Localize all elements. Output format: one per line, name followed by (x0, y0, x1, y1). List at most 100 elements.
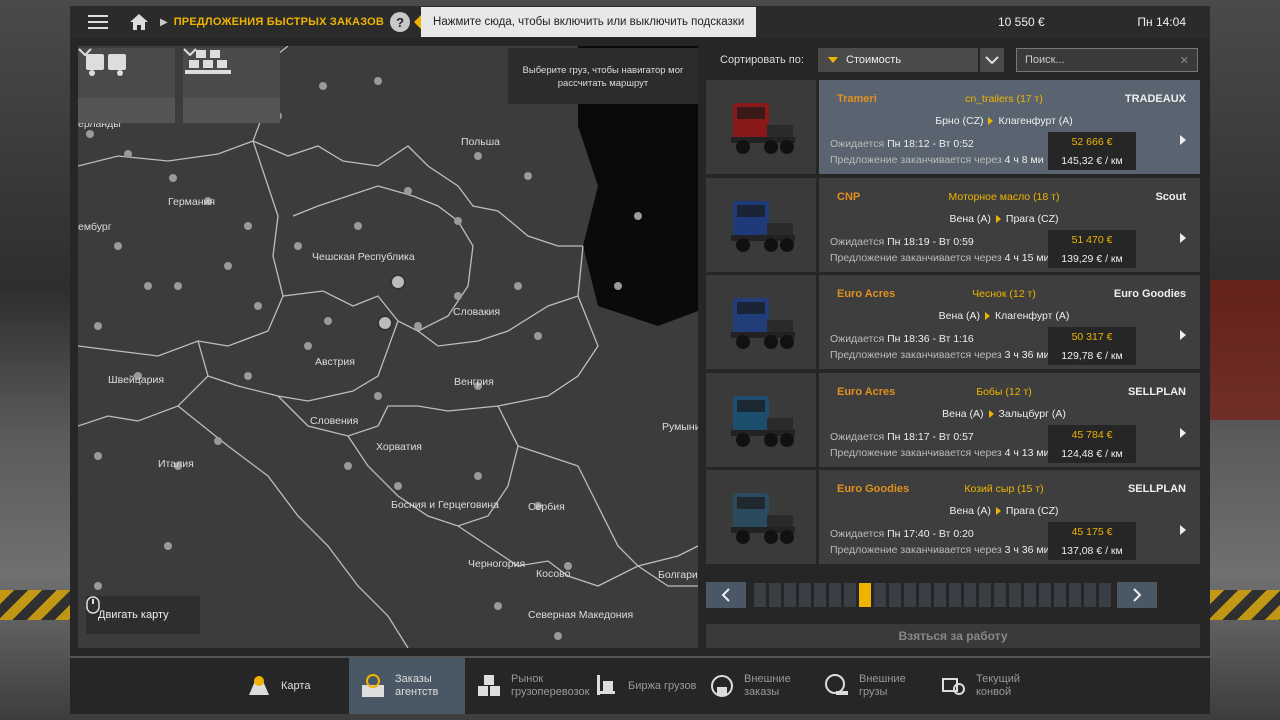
map-label: Чешская Республика (312, 251, 415, 263)
prev-page-button[interactable] (706, 582, 746, 608)
map-label: Румыни (662, 421, 698, 433)
world-map[interactable]: ерланды Польша Германия ембург Чешская Р… (78, 46, 698, 648)
cargo-name: Моторное масло (18 т) (948, 190, 1060, 203)
page-indicator[interactable] (814, 583, 826, 607)
take-job-button[interactable]: Взяться за работу (706, 624, 1200, 648)
sort-dropdown-button[interactable] (980, 48, 1004, 72)
page-indicator[interactable] (964, 583, 976, 607)
navigator-hint: Выберите груз, чтобы навигатор мог рассч… (508, 48, 698, 104)
map-label: Болгари (658, 569, 698, 581)
job-offer-row[interactable]: Euro Acres Бобы (12 т) SELLPLAN Вена (A)… (706, 372, 1200, 467)
nav-item-clock-box[interactable]: Заказы агентств (349, 658, 465, 714)
chevron-right-icon[interactable] (1180, 135, 1186, 145)
menu-icon[interactable] (80, 6, 116, 38)
nav-label: Внешние заказы (744, 673, 791, 698)
page-indicator[interactable] (799, 583, 811, 607)
map-label: Италия (158, 458, 194, 470)
nav-label: Рынок грузоперевозок (511, 673, 590, 698)
chevron-right-icon[interactable] (1180, 525, 1186, 535)
page-indicator[interactable] (859, 583, 871, 607)
home-icon[interactable] (124, 6, 154, 38)
cargo-filter-button[interactable] (183, 48, 280, 123)
page-indicator[interactable] (994, 583, 1006, 607)
breadcrumb-separator-icon: ▶ (160, 16, 168, 28)
delivery-window: Ожидается Пн 17:40 - Вт 0:20 (830, 528, 974, 540)
route-from: Вена (A) (938, 310, 981, 322)
page-indicator[interactable] (904, 583, 916, 607)
page-indicator[interactable] (769, 583, 781, 607)
truck-image (706, 372, 816, 467)
page-indicator[interactable] (1024, 583, 1036, 607)
offer-expiry: Предложение заканчивается через 3 ч 36 м… (830, 349, 1050, 361)
clock-box-icon (359, 672, 387, 700)
nav-item-globe-box[interactable]: Внешние заказы (698, 658, 814, 714)
page-indicator[interactable] (979, 583, 991, 607)
top-bar: ▶ ПРЕДЛОЖЕНИЯ БЫСТРЫХ ЗАКАЗОВ ? Нажмите … (70, 6, 1210, 38)
page-indicator[interactable] (1009, 583, 1021, 607)
company-logo-to: SELLPLAN (1127, 385, 1186, 398)
move-map-button[interactable]: Двигать карту (86, 596, 200, 634)
cargo-name: Чеснок (12 т) (972, 288, 1036, 300)
company-logo-from: Euro Goodies (837, 483, 910, 495)
nav-item-globe-pallet[interactable]: Внешние грузы (813, 658, 929, 714)
job-offer-row[interactable]: Euro Goodies Козий сыр (15 т) SELLPLAN В… (706, 470, 1200, 564)
job-offer-row[interactable]: Euro Acres Чеснок (12 т) Euro Goodies Ве… (706, 275, 1200, 369)
job-offer-row[interactable]: Trameri cn_trailers (17 т) TRADEAUX Брно… (706, 80, 1200, 174)
main-panel: ерланды Польша Германия ембург Чешская Р… (70, 38, 1210, 656)
job-pager (706, 582, 1200, 608)
page-indicator[interactable] (1054, 583, 1066, 607)
rate-per-km: 137,08 € / км (1048, 542, 1136, 560)
page-indicator[interactable] (829, 583, 841, 607)
chevron-right-icon[interactable] (1180, 330, 1186, 340)
help-button[interactable]: ? (390, 12, 411, 32)
company-logo-to: SELLPLAN (1127, 483, 1186, 495)
page-indicator[interactable] (889, 583, 901, 607)
route: Вена (A) Клагенфурт (A) (919, 310, 1089, 322)
page-title: ПРЕДЛОЖЕНИЯ БЫСТРЫХ ЗАКАЗОВ (173, 16, 385, 28)
background-truck (1210, 280, 1280, 420)
next-page-button[interactable] (1117, 582, 1157, 608)
page-indicator[interactable] (784, 583, 796, 607)
chevron-right-icon[interactable] (1180, 232, 1186, 243)
page-indicator[interactable] (1069, 583, 1081, 607)
chevron-down-icon[interactable] (183, 48, 280, 123)
map-label: Венгрия (454, 376, 494, 388)
nav-item-map[interactable]: Карта (235, 658, 351, 714)
job-info: CNP Моторное масло (18 т) Scout Вена (A)… (819, 177, 1200, 272)
rate-per-km: 129,78 € / км (1048, 347, 1136, 365)
page-indicator[interactable] (949, 583, 961, 607)
page-indicator[interactable] (1099, 583, 1111, 607)
offer-expiry: Предложение заканчивается через 4 ч 8 ми (830, 154, 1044, 166)
page-indicator[interactable] (1039, 583, 1051, 607)
route: Вена (A) Прага (CZ) (919, 213, 1089, 225)
truck-filter-button[interactable] (78, 48, 175, 123)
clear-search-icon[interactable]: ✕ (1180, 54, 1189, 67)
page-indicator[interactable] (754, 583, 766, 607)
chevron-right-icon[interactable] (1180, 427, 1186, 438)
sort-select[interactable]: Стоимость (818, 48, 978, 72)
forklift-icon (592, 672, 620, 700)
chevron-down-icon (985, 56, 999, 64)
route-to: Клагенфурт (A) (995, 310, 1070, 322)
page-indicator[interactable] (934, 583, 946, 607)
rate-per-km: 124,48 € / км (1048, 444, 1136, 463)
page-indicator[interactable] (874, 583, 886, 607)
truck-image (706, 177, 816, 272)
job-offer-row[interactable]: CNP Моторное масло (18 т) Scout Вена (A)… (706, 177, 1200, 272)
nav-item-convoy[interactable]: Текущий конвой (930, 658, 1046, 714)
map-label: Черногория (468, 558, 526, 570)
job-payment: 51 470 € (1048, 229, 1136, 250)
page-indicator[interactable] (1084, 583, 1096, 607)
nav-item-boxes[interactable]: Рынок грузоперевозок (465, 658, 589, 714)
search-input[interactable]: Поиск... ✕ (1016, 48, 1198, 72)
move-map-label: Двигать карту (98, 609, 169, 621)
convoy-icon (940, 672, 968, 700)
page-indicator[interactable] (919, 583, 931, 607)
chevron-down-icon[interactable] (78, 48, 175, 123)
nav-item-forklift[interactable]: Биржа грузов (582, 658, 698, 714)
job-info: Euro Acres Чеснок (12 т) Euro Goodies Ве… (819, 275, 1200, 369)
company-logo-from: Euro Acres (837, 288, 896, 300)
truck-icon (731, 493, 795, 544)
page-indicator[interactable] (844, 583, 856, 607)
game-clock: Пн 14:04 (1137, 15, 1186, 29)
